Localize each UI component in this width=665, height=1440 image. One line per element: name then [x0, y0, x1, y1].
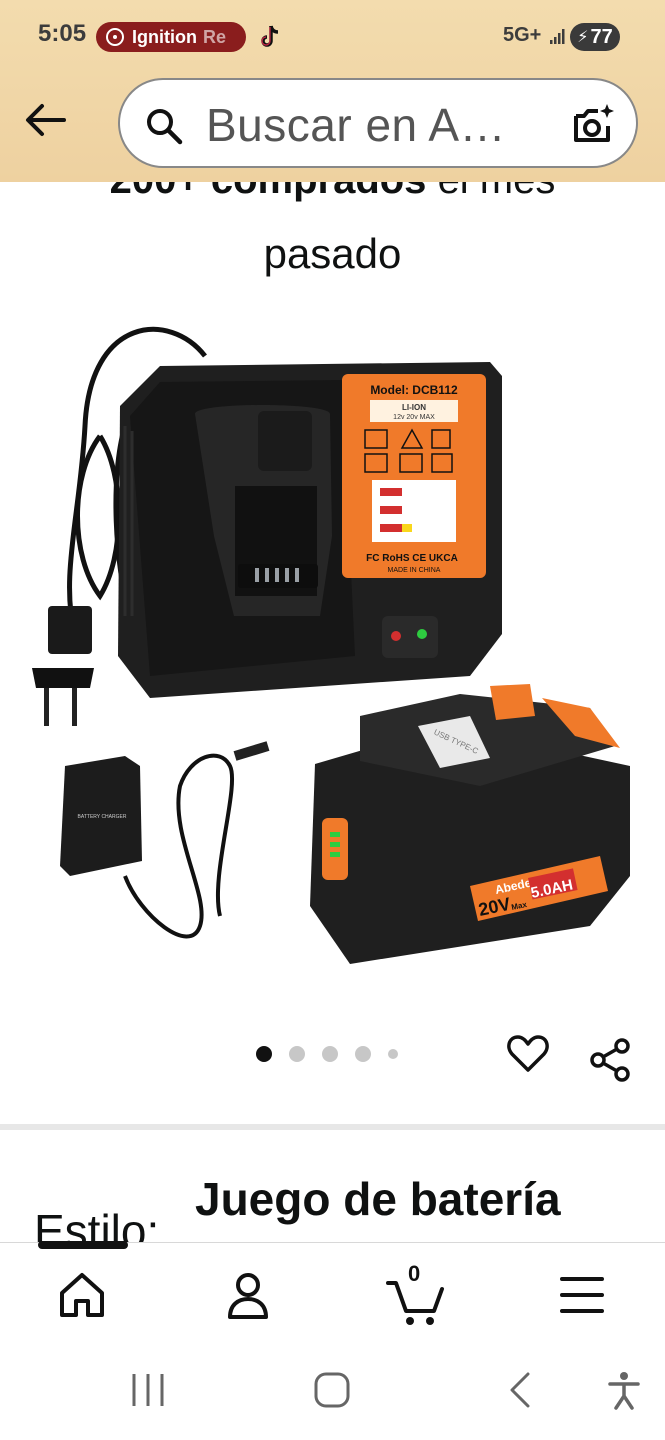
battery-bolt-icon: ⚡ [577, 29, 589, 46]
share-icon[interactable] [586, 1036, 634, 1084]
plug-shape [32, 606, 94, 726]
media-title: Ignition [132, 26, 197, 47]
label-model: Model: DCB112 [370, 383, 458, 397]
label-volts: 12v 20v MAX [393, 414, 435, 421]
home-button-icon[interactable] [310, 1368, 354, 1412]
product-image[interactable]: Model: DCB112 LI-ION 12v 20v MAX FC RoHS… [30, 316, 640, 976]
battery-indicator: ⚡ 77 [570, 23, 620, 51]
purchase-count-line2: pasado [263, 230, 402, 277]
search-bar[interactable]: Buscar en A… [118, 78, 638, 168]
carousel-indicator [256, 1044, 415, 1064]
label-cert: FC RoHS CE UKCA [366, 553, 458, 564]
camera-search-icon[interactable] [570, 102, 616, 148]
cart-icon [386, 1281, 444, 1325]
carousel-dot[interactable] [289, 1046, 305, 1062]
heart-icon[interactable] [506, 1032, 550, 1076]
network-indicator: 5G+ [503, 24, 542, 46]
account-icon[interactable] [218, 1265, 278, 1325]
style-value: Juego de batería [195, 1173, 561, 1225]
system-nav-bar [0, 1342, 665, 1440]
search-input[interactable]: Buscar en A… [206, 98, 506, 152]
carousel-dot[interactable] [355, 1046, 371, 1062]
bottom-nav: 0 [0, 1241, 665, 1343]
battery-level: 77 [590, 25, 613, 48]
media-notification-pill[interactable]: Ignition Re [96, 22, 246, 52]
cart-button[interactable]: 0 [386, 1261, 446, 1327]
status-time: 5:05 [38, 20, 87, 47]
search-icon [147, 109, 183, 145]
status-bar: 5:05 Ignition Re 5G+ ⚡ 77 [0, 0, 665, 70]
app-header: 5:05 Ignition Re 5G+ ⚡ 77 Buscar en A… [0, 0, 665, 182]
back-button-icon[interactable] [498, 1368, 542, 1412]
back-arrow-icon[interactable] [22, 96, 70, 144]
svg-text:BATTERY CHARGER: BATTERY CHARGER [78, 814, 127, 820]
charger-label: Model: DCB112 LI-ION 12v 20v MAX FC RoHS… [342, 374, 486, 578]
label-li-ion: LI-ION [402, 403, 426, 412]
accessibility-icon[interactable] [602, 1368, 646, 1412]
nav-active-indicator [38, 1241, 128, 1249]
recent-apps-icon[interactable] [126, 1368, 170, 1412]
label-made-in: MADE IN CHINA [388, 567, 441, 574]
wall-adapter: BATTERY CHARGER [60, 741, 270, 939]
carousel-dot[interactable] [388, 1049, 398, 1059]
section-divider [0, 1124, 665, 1130]
menu-icon[interactable] [552, 1265, 612, 1325]
carousel-dot[interactable] [256, 1046, 272, 1062]
media-title-cont: Re [202, 26, 226, 47]
music-disc-icon [106, 28, 124, 46]
home-icon[interactable] [52, 1265, 112, 1325]
battery-pack: USB TYPE-C Abeden 20V Max 5.0AH [310, 684, 630, 964]
tiktok-icon [261, 25, 279, 47]
signal-icon [550, 29, 565, 44]
carousel-dot[interactable] [322, 1046, 338, 1062]
